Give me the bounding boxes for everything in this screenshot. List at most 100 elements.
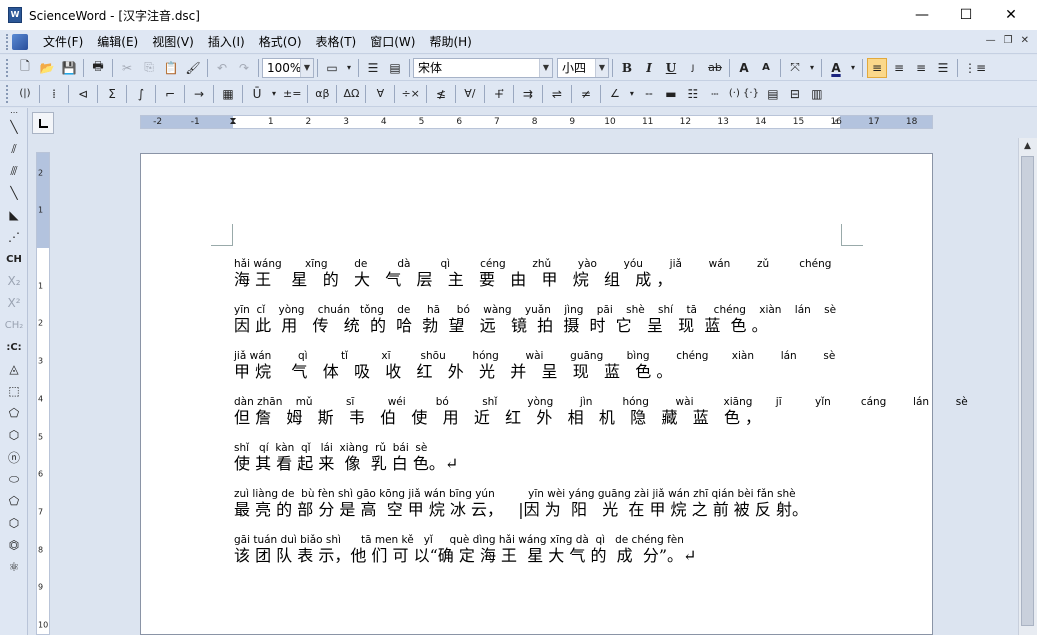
document-body[interactable]: hǎi wáng xīng de dà qì céng zhǔ yào yóu … [234, 257, 968, 579]
reaction-button[interactable]: ⇌ [547, 84, 567, 104]
menu-window[interactable]: 窗口(W) [363, 33, 422, 50]
shrink-font-button[interactable]: A [756, 58, 776, 78]
dash-line-icon[interactable]: ┄ [705, 84, 725, 104]
not-equal-icon[interactable]: ≠ [576, 84, 596, 104]
circle-n-icon[interactable]: ⓝ [3, 446, 25, 468]
equivalent-icon[interactable]: ⇉ [518, 84, 538, 104]
mdi-minimize-button[interactable]: — [986, 35, 996, 46]
bracket-icon[interactable]: ⌐ [160, 84, 180, 104]
menu-help[interactable]: 帮助(H) [422, 33, 478, 50]
radical-icon[interactable]: ⊲ [73, 84, 93, 104]
chevron-down-icon[interactable]: ▾ [807, 58, 817, 78]
sigma-button[interactable]: Σ [102, 84, 122, 104]
undo-icon[interactable]: ↶ [212, 58, 232, 78]
triple-line-tool-icon[interactable]: ⫻ [3, 160, 25, 182]
color-bar-icon[interactable]: ▥ [807, 84, 827, 104]
align-center-icon[interactable]: ≡ [889, 58, 909, 78]
plusminus-button[interactable]: ±= [281, 84, 303, 104]
greek-lower-button[interactable]: αβ [312, 84, 332, 104]
pentagon-icon[interactable]: ⬠ [3, 490, 25, 512]
align-left-icon[interactable]: ≡ [867, 57, 887, 78]
vertical-ruler[interactable]: 2 1 1 2 3 4 5 6 7 8 9 10 [36, 152, 50, 635]
save-icon[interactable]: 💾 [59, 58, 79, 78]
ch-button[interactable]: CH [3, 248, 25, 270]
app-icon[interactable]: W [8, 7, 22, 23]
line-tool-icon[interactable]: ╲ [3, 116, 25, 138]
font-color-button[interactable]: A [826, 58, 846, 78]
paragraph[interactable]: gāi tuán duì biǎo shì tā men kě yǐ què d… [234, 533, 844, 579]
paragraph[interactable]: zuì liàng de bù fèn shì gāo kōng jiǎ wán… [234, 487, 844, 533]
chevron-down-icon[interactable]: ▾ [344, 58, 354, 78]
paragraph[interactable]: shǐ qí kàn qǐ lái xiàng rǔ bái sè 使 其 看 起… [234, 441, 844, 487]
bold-line-tool-icon[interactable]: ╲ [3, 182, 25, 204]
lone-pair-button[interactable]: :C: [3, 336, 25, 358]
fraction-icon[interactable]: ⁞ [44, 84, 64, 104]
font-size-select[interactable]: 小四 ▼ [557, 57, 609, 78]
strikethrough-button[interactable]: ab [705, 58, 725, 78]
ch2-button[interactable]: CH₂ [3, 314, 25, 336]
mdi-close-button[interactable]: ✕ [1021, 35, 1029, 46]
chevron-down-icon[interactable]: ▼ [595, 58, 608, 77]
benzene-icon[interactable]: ⏣ [3, 534, 25, 556]
numbered-list-icon[interactable]: ⋮≡ [962, 58, 988, 78]
operator-button[interactable]: ÷× [399, 84, 421, 104]
paragraph[interactable]: dàn zhān mǔ sī wéi bó shǐ yòng jìn hóng … [234, 395, 968, 441]
menu-view[interactable]: 视图(V) [145, 33, 201, 50]
paragraph[interactable]: hǎi wáng xīng de dà qì céng zhǔ yào yóu … [234, 257, 844, 303]
superscript-button[interactable]: X² [3, 292, 25, 314]
character-spacing-icon[interactable]: ⤧ [785, 58, 805, 78]
redo-icon[interactable]: ↷ [234, 58, 254, 78]
close-button[interactable]: ✕ [988, 0, 1034, 30]
subscript-button[interactable]: X₂ [3, 270, 25, 292]
open-folder-icon[interactable]: 📂 [37, 58, 57, 78]
indent-marker-icon[interactable]: ⧗ [229, 116, 236, 128]
cut-icon[interactable]: ✂ [117, 58, 137, 78]
grow-font-button[interactable]: A [734, 58, 754, 78]
horizontal-ruler[interactable]: -2 -1 1 2 3 4 5 6 7 8 9 10 11 12 13 14 15 16 17 18 ⧗ ▵ [140, 115, 933, 129]
insert-row-icon[interactable]: ⊟ [785, 84, 805, 104]
chevron-down-icon[interactable]: ▾ [848, 58, 858, 78]
menu-file[interactable]: 文件(F) [36, 33, 90, 50]
paren-button[interactable]: (|) [15, 84, 35, 104]
format-painter-icon[interactable]: 🖌 [183, 58, 203, 78]
integral-icon[interactable]: ∫ [131, 84, 151, 104]
doc-map-icon[interactable]: ▤ [385, 58, 405, 78]
angle-button[interactable]: ∠ [605, 84, 625, 104]
paragraph[interactable]: yīn cǐ yòng chuán tǒng de hā bó wàng yuǎ… [234, 303, 844, 349]
paragraph[interactable]: jiǎ wán qì tǐ xī shōu hóng wài guāng bìn… [234, 349, 844, 395]
chevron-down-icon[interactable]: ▼ [539, 58, 552, 77]
arrow-icon[interactable]: → [189, 84, 209, 104]
bold-button[interactable]: B [617, 58, 637, 78]
greek-upper-button[interactable]: ΔΩ [341, 84, 361, 104]
doc-logo-icon[interactable] [12, 33, 28, 50]
hexagon-dashed-icon[interactable]: ⬡ [3, 424, 25, 446]
double-line-tool-icon[interactable]: ⫽ [3, 138, 25, 160]
more-tools-icon[interactable]: ⚛ [3, 556, 25, 578]
square-dashed-icon[interactable]: ⬚ [3, 380, 25, 402]
justify-icon[interactable]: ☰ [933, 58, 953, 78]
chevron-down-icon[interactable]: ▾ [627, 84, 637, 104]
line-style-icon[interactable]: ╌ [639, 84, 659, 104]
font-select[interactable]: 宋体 ▼ [413, 57, 553, 78]
fill-icon[interactable]: ▤ [763, 84, 783, 104]
dotted-underline-icon[interactable]: ȷ̣ [683, 58, 703, 78]
tab-stop-selector[interactable] [32, 112, 54, 134]
mdi-restore-button[interactable]: ❐ [1004, 35, 1013, 46]
underline-button[interactable]: U [661, 58, 681, 78]
menu-edit[interactable]: 编辑(E) [90, 33, 145, 50]
maximize-button[interactable]: ☐ [943, 0, 989, 30]
border-double-icon[interactable]: ☷ [683, 84, 703, 104]
ellipse-icon[interactable]: ⬭ [3, 468, 25, 490]
brackets-button[interactable]: (·) {·} [727, 84, 761, 104]
align-right-icon[interactable]: ≡ [911, 58, 931, 78]
paste-icon[interactable]: 📋 [161, 58, 181, 78]
outline-icon[interactable]: ☰ [363, 58, 383, 78]
border-thick-icon[interactable]: ▬ [661, 84, 681, 104]
print-icon[interactable]: 🖶 [88, 58, 108, 78]
hash-line-tool-icon[interactable]: ⋰ [3, 226, 25, 248]
triangle-dashed-icon[interactable]: ◬ [3, 358, 25, 380]
italic-button[interactable]: I [639, 58, 659, 78]
menu-insert[interactable]: 插入(I) [201, 33, 252, 50]
scroll-thumb[interactable] [1021, 156, 1034, 626]
pentagon-dashed-icon[interactable]: ⬠ [3, 402, 25, 424]
